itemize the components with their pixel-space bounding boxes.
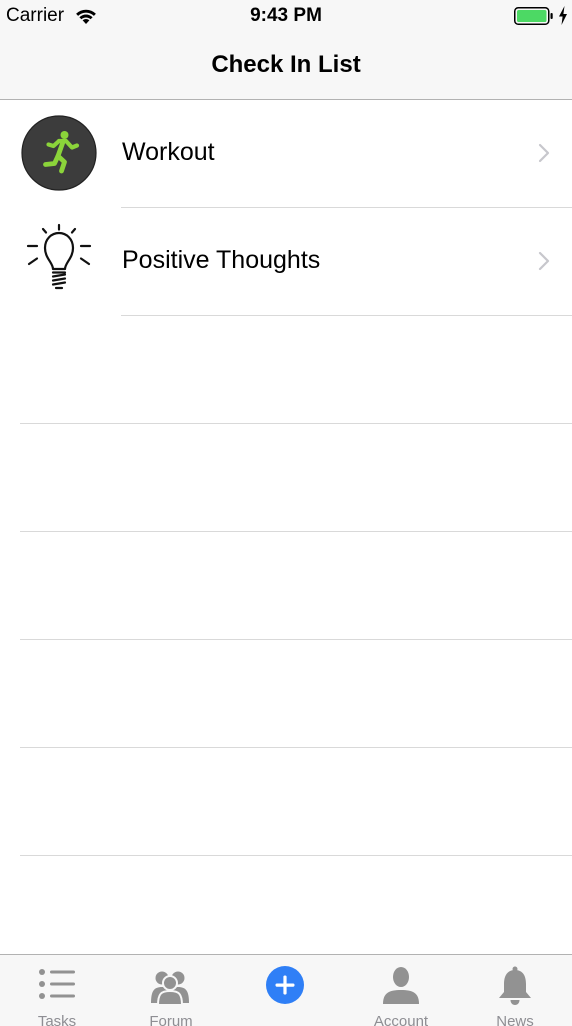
empty-row-separator (20, 423, 572, 424)
tab-bar: Tasks Forum Account News (0, 954, 572, 1026)
empty-row-separator (20, 639, 572, 640)
list-item-positive-thoughts[interactable]: Positive Thoughts (0, 208, 572, 316)
tab-forum[interactable]: Forum (114, 955, 228, 1026)
tab-label: Account (373, 1013, 429, 1026)
list-item-workout[interactable]: Workout (0, 100, 572, 208)
charging-icon (559, 6, 567, 25)
chevron-right-icon (538, 143, 550, 163)
tab-label: Tasks (37, 1013, 77, 1026)
running-person-icon (21, 115, 97, 191)
clock: 9:43 PM (250, 5, 322, 26)
check-in-list: Workout Positive Thoughts (0, 100, 572, 954)
list-item-label: Workout (122, 138, 215, 166)
empty-row-separator (20, 855, 572, 856)
status-bar: Carrier 9:43 PM (0, 0, 572, 34)
tab-account[interactable]: Account (344, 955, 458, 1026)
tab-add[interactable] (228, 955, 342, 1026)
empty-row-separator (20, 747, 572, 748)
person-icon (383, 967, 419, 1004)
lightbulb-icon (26, 223, 92, 290)
tab-news[interactable]: News (458, 955, 572, 1026)
battery-icon (514, 7, 553, 25)
group-icon (151, 971, 189, 1005)
tab-label: Forum (149, 1013, 193, 1026)
screen: Carrier 9:43 PM Check In List Workout Po… (0, 0, 572, 1026)
page-title: Check In List (211, 51, 361, 78)
row-separator (121, 315, 572, 316)
add-icon (266, 966, 304, 1004)
list-item-label: Positive Thoughts (122, 246, 321, 274)
navigation-bar: Check In List (0, 34, 572, 100)
tab-tasks[interactable]: Tasks (0, 955, 114, 1026)
empty-row-separator (20, 531, 572, 532)
chevron-right-icon (538, 251, 550, 271)
list-icon (39, 969, 75, 999)
tab-label: News (496, 1013, 534, 1026)
bell-icon (499, 966, 531, 1005)
